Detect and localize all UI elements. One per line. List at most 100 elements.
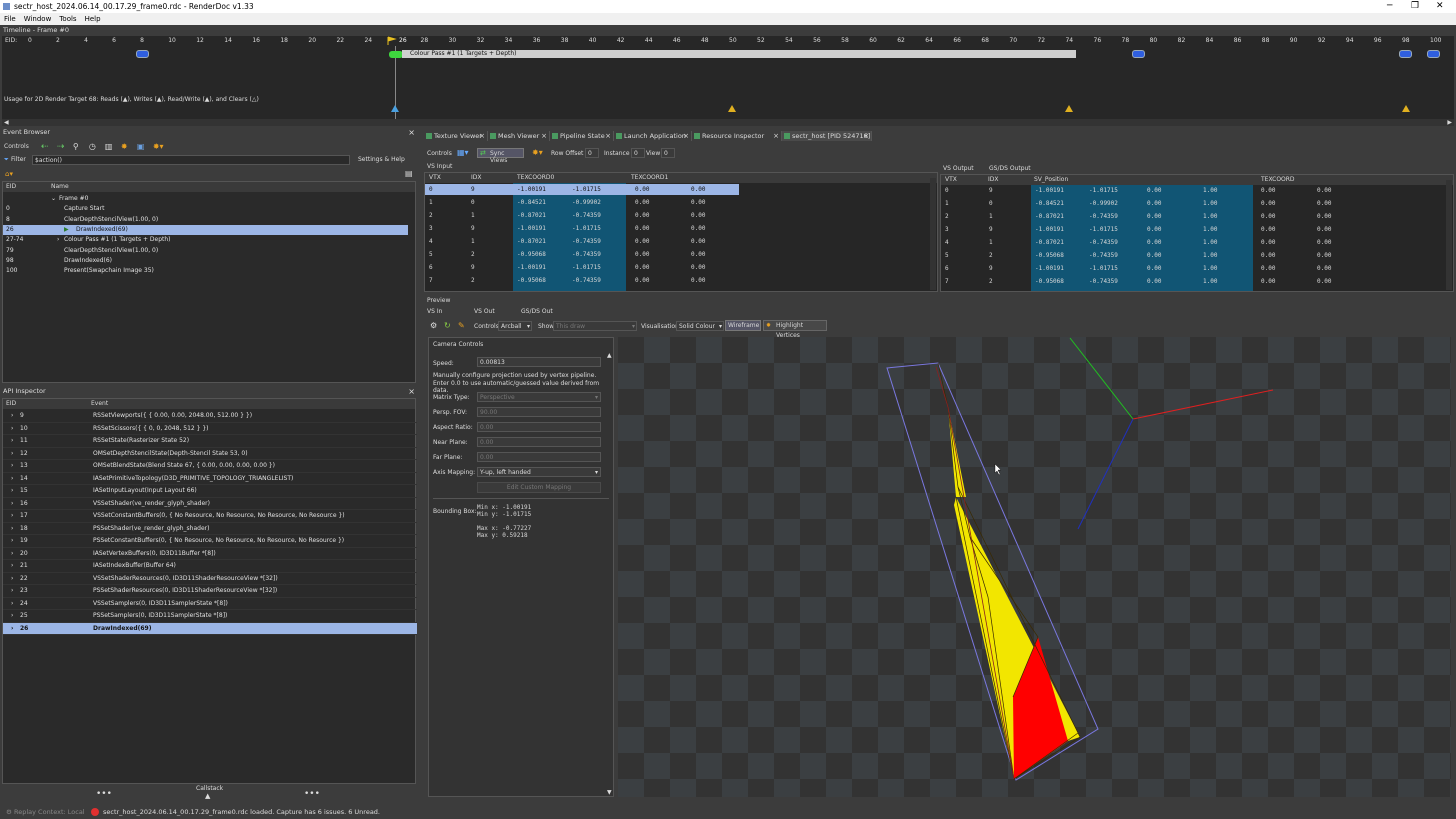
vs-input-cell[interactable]: 1 <box>429 196 433 209</box>
timeline-event-marker[interactable] <box>1427 50 1440 58</box>
vs-output-cell[interactable]: -0.74359 <box>1089 275 1118 288</box>
vs-output-cell[interactable]: -0.74359 <box>1089 249 1118 262</box>
vs-input-cell[interactable]: 6 <box>429 261 433 274</box>
minimize-button[interactable]: ─ <box>1387 0 1392 13</box>
vs-output-cell[interactable]: -0.74359 <box>1089 210 1118 223</box>
vs-input-cell[interactable]: -0.95068 <box>517 274 546 287</box>
vs-input-cell[interactable]: -1.01715 <box>572 183 601 196</box>
expand-chevron-icon[interactable]: › <box>11 510 13 522</box>
fit-wand-icon[interactable]: ✎ <box>458 321 465 330</box>
vs-input-cell[interactable]: -0.74359 <box>572 209 601 222</box>
issues-error-icon[interactable] <box>91 808 99 816</box>
vs-input-cell[interactable]: 0.00 <box>635 248 649 261</box>
vs-input-cell[interactable]: -1.00191 <box>517 183 546 196</box>
expand-chevron-icon[interactable]: › <box>11 460 13 472</box>
menu-help[interactable]: Help <box>81 13 105 25</box>
collapse-down-icon[interactable]: ▼ <box>607 789 612 796</box>
row-offset-input[interactable]: 0 <box>585 148 599 158</box>
tab-gsds-output[interactable]: GS/DS Output <box>989 165 1031 172</box>
tab-pipeline-state[interactable]: Pipeline State × <box>550 131 614 141</box>
vs-output-cell[interactable]: 0 <box>989 197 993 210</box>
vs-output-cell[interactable]: 0.00 <box>1317 262 1331 275</box>
vs-output-cell[interactable]: 0.00 <box>1147 184 1161 197</box>
expand-up-icon[interactable]: ▲ <box>205 792 210 800</box>
expand-chevron-icon[interactable]: › <box>11 535 13 547</box>
axis-mapping-select[interactable]: Y-up, left handed ▾ <box>477 467 601 477</box>
timeline-event-marker[interactable] <box>1132 50 1145 58</box>
vs-output-cell[interactable]: -0.95068 <box>1035 275 1064 288</box>
vs-output-cell[interactable]: 0.00 <box>1147 249 1161 262</box>
vs-input-scrollbar[interactable] <box>930 178 936 290</box>
api-event-row[interactable]: › 11 RSSetState(Rasterizer State 52) <box>3 435 417 448</box>
instance-input[interactable]: 0 <box>631 148 645 158</box>
vs-input-cell[interactable]: 0.00 <box>635 222 649 235</box>
expand-chevron-icon[interactable]: › <box>11 473 13 485</box>
vs-output-cell[interactable]: 1.00 <box>1203 197 1217 210</box>
expand-chevron-icon[interactable]: › <box>11 598 13 610</box>
callstack-label[interactable]: Callstack <box>196 785 223 792</box>
expand-chevron-icon[interactable]: › <box>11 498 13 510</box>
vs-input-cell[interactable]: 1 <box>471 209 475 222</box>
close-tab-icon[interactable]: × <box>863 131 869 141</box>
vs-output-cell[interactable]: 0.00 <box>1261 210 1275 223</box>
visualisation-select[interactable]: Solid Colour ▾ <box>676 321 724 331</box>
vs-input-cell[interactable]: 1 <box>471 235 475 248</box>
back-arrow-icon[interactable]: ⇠ <box>41 142 53 152</box>
vs-input-cell[interactable]: 0.00 <box>691 183 705 196</box>
vs-input-cell[interactable]: 2 <box>471 274 475 287</box>
vs-output-cell[interactable]: 0.00 <box>1317 184 1331 197</box>
matrix-type-select[interactable]: Perspective ▾ <box>477 392 601 402</box>
vs-output-cell[interactable]: 1.00 <box>1203 275 1217 288</box>
api-event-row[interactable]: › 12 OMSetDepthStencilState(Depth-Stencil … <box>3 448 417 460</box>
find-icon[interactable]: ⚲ <box>73 142 85 151</box>
vs-output-cell[interactable]: 1 <box>989 210 993 223</box>
close-tab-icon[interactable]: × <box>479 131 485 141</box>
vs-output-cell[interactable]: 0.00 <box>1317 210 1331 223</box>
event-tree-row[interactable]: 0 Capture Start <box>3 204 408 214</box>
vs-output-scrollbar[interactable] <box>1446 180 1452 290</box>
vs-output-cell[interactable]: 0.00 <box>1261 262 1275 275</box>
vs-input-cell[interactable]: 0 <box>471 196 475 209</box>
edit-custom-mapping-button[interactable]: Edit Custom Mapping <box>477 482 601 493</box>
vs-input-cell[interactable]: 0.00 <box>635 183 649 196</box>
event-tree-row[interactable]: ⌄ Frame #0 <box>3 194 408 204</box>
vs-output-cell[interactable]: 9 <box>989 184 993 197</box>
close-tab-icon[interactable]: × <box>683 131 689 141</box>
vs-output-cell[interactable]: -1.01715 <box>1089 184 1118 197</box>
vs-output-cell[interactable]: 1.00 <box>1203 184 1217 197</box>
vs-output-cell[interactable]: 0.00 <box>1317 236 1331 249</box>
vs-output-cell[interactable]: 1 <box>945 197 949 210</box>
event-tree-row[interactable]: 26 DrawIndexed(69) ▶ <box>3 224 408 235</box>
vs-input-cell[interactable]: -1.01715 <box>572 261 601 274</box>
close-tab-icon[interactable]: × <box>605 131 611 141</box>
vs-output-cell[interactable]: 0.00 <box>1147 236 1161 249</box>
timeline-pass-bar[interactable]: Colour Pass #1 (1 Targets + Depth) <box>402 50 1076 58</box>
vs-output-cell[interactable]: 0.00 <box>1147 210 1161 223</box>
tab-vs-in[interactable]: VS In <box>427 308 442 315</box>
timeline-event-marker[interactable] <box>136 50 149 58</box>
vs-output-cell[interactable]: 1.00 <box>1203 210 1217 223</box>
layout-dropdown-icon[interactable]: ▦▾ <box>457 148 469 157</box>
vs-input-table[interactable]: VTX IDX TEXCOORD0 TEXCOORD1 0 9 -1.00191 -1… <box>424 172 938 292</box>
vs-input-cell[interactable]: -0.95068 <box>517 248 546 261</box>
vs-input-cell[interactable]: 5 <box>429 248 433 261</box>
scroll-right-icon[interactable]: ▶ <box>1447 119 1452 126</box>
scroll-left-icon[interactable]: ◀ <box>4 119 9 126</box>
timeline-panel[interactable]: EID: 02468101214161820222426283032343638… <box>2 36 1454 119</box>
api-event-row[interactable]: › 19 PSSetConstantBuffers(0, { No Resource… <box>3 535 417 548</box>
vs-output-cell[interactable]: -0.84521 <box>1035 197 1064 210</box>
event-tree-row[interactable]: 8 ClearDepthStencilView(1.00, 0) <box>3 215 408 225</box>
vs-output-cell[interactable]: 3 <box>945 223 949 236</box>
fov-input[interactable]: 90.00 <box>477 407 601 417</box>
vs-output-cell[interactable]: 2 <box>989 275 993 288</box>
vs-output-cell[interactable]: 0 <box>945 184 949 197</box>
vs-output-table[interactable]: VTX IDX SV_Position TEXCOORD 0 9 -1.00191-… <box>940 174 1454 292</box>
collapse-up-icon[interactable]: ▲ <box>607 352 612 359</box>
vs-input-cell[interactable]: 9 <box>471 183 475 196</box>
more-dots[interactable]: ••• <box>304 789 320 799</box>
vs-output-cell[interactable]: 0.00 <box>1147 197 1161 210</box>
api-event-row[interactable]: › 17 VSSetConstantBuffers(0, { No Resource… <box>3 510 417 523</box>
event-tree-row[interactable]: 27-74 › Colour Pass #1 (1 Targets + Depth) <box>3 235 408 245</box>
expand-chevron-icon[interactable]: › <box>11 523 13 535</box>
vs-input-cell[interactable]: 2 <box>429 209 433 222</box>
